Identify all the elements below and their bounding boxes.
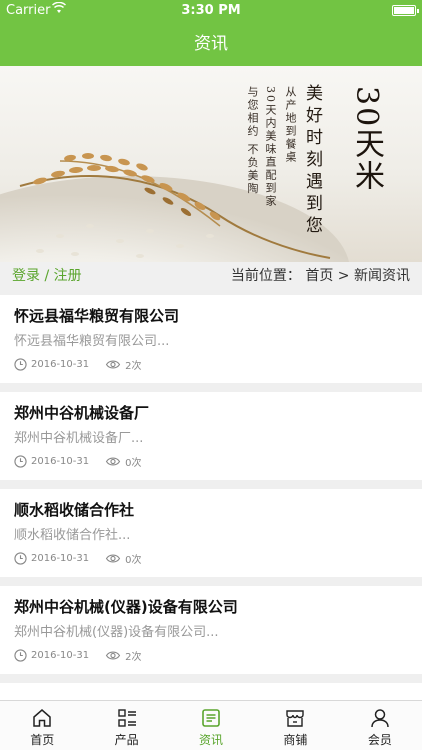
news-icon [202,709,220,727]
list-item[interactable]: 郑州中谷机械设备厂 郑州中谷机械设备厂... 2016-10-31 0次 [0,392,422,480]
article-views: 0次 [125,555,142,566]
article-meta: 2016-10-31 0次 [14,454,142,469]
shop-icon [286,710,305,727]
eye-icon [105,651,121,660]
list-icon [117,709,136,727]
article-meta: 2016-10-31 2次 [14,357,142,372]
article-summary: 顺水稻收储合作社... [14,528,131,543]
clock-icon [14,649,27,662]
article-views: 2次 [125,652,142,663]
tab-label: 会员 [367,733,392,747]
list-item[interactable]: 怀远县福华粮贸有限公司 怀远县福华粮贸有限公司... 2016-10-31 2次 [0,295,422,383]
tab-shop[interactable]: 商铺 [253,701,337,750]
article-title: 怀远县福华粮贸有限公司 [14,307,180,325]
tab-label: 资讯 [199,733,224,747]
tab-news[interactable]: 资讯 [169,701,253,750]
article-title: 顺水稻收储合作社 [14,501,135,519]
article-summary: 郑州中谷机械(仪器)设备有限公司... [14,625,219,640]
eye-icon [105,554,121,563]
clock-icon [14,358,27,371]
status-time: 3:30 PM [181,3,241,18]
article-date: 2016-10-31 [31,456,90,467]
article-views: 2次 [125,361,142,372]
list-item[interactable]: 郑州中谷机械(仪器)设备有限公司 郑州中谷机械(仪器)设备有限公司... 201… [0,586,422,674]
article-views: 0次 [125,458,142,469]
article-summary: 怀远县福华粮贸有限公司... [14,334,170,349]
tab-label: 产品 [114,733,139,747]
tab-member[interactable]: 会员 [338,701,422,750]
location-bar: 登录 / 注册 当前位置： 首页 > 新闻资讯 [0,262,422,290]
tab-bar: 首页 产品 资讯 商铺 会员 [0,700,422,750]
banner-line-b: 30天内美味直配到家 [264,86,277,208]
clock-icon [14,455,27,468]
banner-big-text: 30天米 [349,86,384,193]
login-link[interactable]: 登录 [12,268,40,284]
status-bar: Carrier 3:30 PM [0,0,422,22]
eye-icon [105,360,121,369]
tab-home[interactable]: 首页 [0,701,84,750]
user-icon [371,709,389,728]
article-meta: 2016-10-31 0次 [14,551,142,566]
banner-line-main: 美好时刻遇到您 [302,84,322,238]
login-register: 登录 / 注册 [12,262,82,290]
article-date: 2016-10-31 [31,650,90,661]
clock-icon [14,552,27,565]
tab-products[interactable]: 产品 [84,701,168,750]
tab-label: 商铺 [283,733,308,747]
breadcrumb: 当前位置： 首页 > 新闻资讯 [230,268,410,284]
banner-line-a: 从产地到餐桌 [284,86,297,164]
article-title: 郑州中谷机械(仪器)设备有限公司 [14,598,238,616]
home-icon [33,709,51,727]
list-item[interactable]: 顺水稻收储合作社 顺水稻收储合作社... 2016-10-31 0次 [0,489,422,577]
banner-image[interactable]: 与您相约 不负美陶 30天内美味直配到家 从产地到餐桌 美好时刻遇到您 30天米 [0,66,422,262]
article-title: 郑州中谷机械设备厂 [14,404,150,422]
tab-label: 首页 [30,733,55,747]
article-summary: 郑州中谷机械设备厂... [14,431,144,446]
page-title: 资讯 [194,34,228,54]
banner-line-c: 与您相约 不负美陶 [246,86,259,196]
article-date: 2016-10-31 [31,359,90,370]
register-link[interactable]: 注册 [54,268,82,284]
nav-bar: 资讯 [0,22,422,66]
eye-icon [105,457,121,466]
login-separator: / [40,268,54,284]
battery-icon [392,5,419,16]
article-date: 2016-10-31 [31,553,90,564]
article-meta: 2016-10-31 2次 [14,648,142,663]
